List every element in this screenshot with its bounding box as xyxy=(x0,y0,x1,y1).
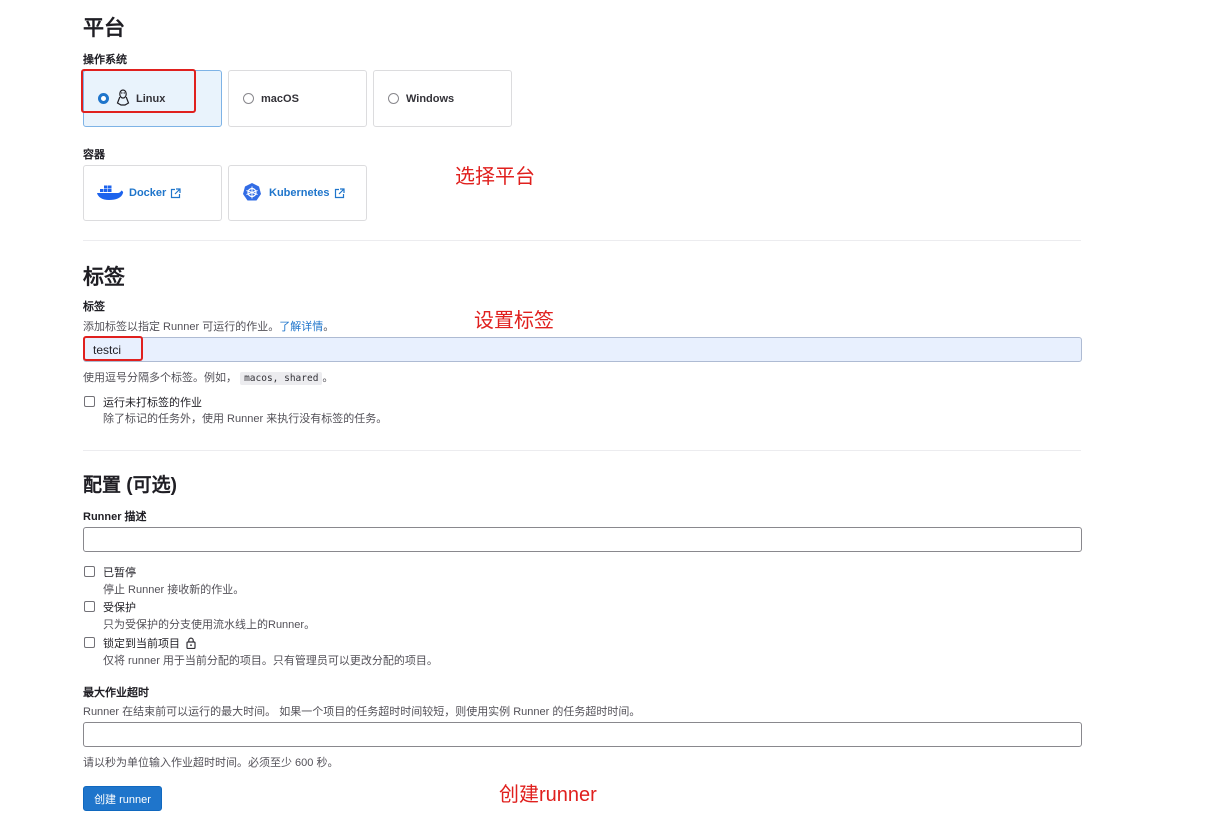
section-divider xyxy=(83,450,1081,451)
tags-field-label: 标签 xyxy=(83,301,105,313)
paused-label: 已暂停 xyxy=(103,567,136,579)
run-untagged-label: 运行未打标签的作业 xyxy=(103,397,202,409)
tags-hint-text: 使用逗号分隔多个标签。例如， xyxy=(83,372,237,384)
timeout-description: Runner 在结束前可以运行的最大时间。 如果一个项目的任务超时时间较短，则使… xyxy=(83,706,641,718)
tags-help: 添加标签以指定 Runner 可运行的作业。了解详情。 xyxy=(83,318,334,334)
tags-help-text: 添加标签以指定 Runner 可运行的作业。 xyxy=(83,321,280,333)
runner-description-input[interactable] xyxy=(83,527,1082,552)
os-label: 操作系统 xyxy=(83,54,127,66)
learn-more-link[interactable]: 了解详情 xyxy=(279,321,323,333)
external-link-icon xyxy=(170,187,181,199)
os-option-windows[interactable]: Windows xyxy=(373,70,512,127)
annotation-highlight-tags xyxy=(83,336,143,361)
run-untagged-checkbox[interactable] xyxy=(84,396,95,407)
annotation-create-runner: 创建runner xyxy=(499,784,597,806)
container-label-docker[interactable]: Docker xyxy=(129,187,166,199)
section-divider xyxy=(83,240,1081,241)
protected-checkbox[interactable] xyxy=(84,601,95,612)
locked-label-row: 锁定到当前项目 xyxy=(103,635,196,652)
locked-label: 锁定到当前项目 xyxy=(103,638,180,650)
run-untagged-help: 除了标记的任务外，使用 Runner 来执行没有标签的任务。 xyxy=(103,413,388,425)
protected-help: 只为受保护的分支使用流水线上的Runner。 xyxy=(103,619,316,631)
description-label: Runner 描述 xyxy=(83,511,147,523)
kubernetes-icon xyxy=(242,182,262,205)
tags-help-suffix: 。 xyxy=(323,321,335,333)
os-option-label: macOS xyxy=(261,92,299,105)
annotation-select-platform: 选择平台 xyxy=(455,166,535,188)
config-heading: 配置 (可选) xyxy=(83,475,177,496)
radio-icon[interactable] xyxy=(243,93,254,104)
os-option-macos[interactable]: macOS xyxy=(228,70,367,127)
os-option-label: Windows xyxy=(406,92,455,105)
container-label: 容器 xyxy=(83,149,105,161)
container-docker[interactable]: Docker xyxy=(83,165,222,221)
external-link-icon xyxy=(334,187,345,199)
annotation-highlight-linux xyxy=(81,69,196,113)
paused-checkbox[interactable] xyxy=(84,566,95,577)
tags-heading: 标签 xyxy=(83,266,125,289)
platform-heading: 平台 xyxy=(83,17,125,40)
protected-label: 受保护 xyxy=(103,602,136,614)
radio-icon[interactable] xyxy=(388,93,399,104)
container-kubernetes[interactable]: Kubernetes xyxy=(228,165,367,221)
paused-help: 停止 Runner 接收新的作业。 xyxy=(103,584,245,596)
tags-hint-code: macos, shared xyxy=(240,372,323,385)
timeout-hint: 请以秒为单位输入作业超时时间。必须至少 600 秒。 xyxy=(83,757,339,769)
annotation-set-tags: 设置标签 xyxy=(474,310,554,332)
container-label-kubernetes[interactable]: Kubernetes xyxy=(269,187,330,199)
timeout-input[interactable] xyxy=(83,722,1082,747)
create-runner-button[interactable]: 创建 runner xyxy=(83,786,162,811)
lock-icon xyxy=(186,637,196,652)
timeout-label: 最大作业超时 xyxy=(83,687,149,699)
tags-input[interactable]: testci xyxy=(83,337,1082,362)
docker-icon xyxy=(96,183,124,204)
tags-hint: 使用逗号分隔多个标签。例如， macos, shared。 xyxy=(83,369,333,385)
locked-help: 仅将 runner 用于当前分配的项目。只有管理员可以更改分配的项目。 xyxy=(103,655,438,667)
tags-hint-suffix: 。 xyxy=(322,372,334,384)
locked-checkbox[interactable] xyxy=(84,637,95,648)
